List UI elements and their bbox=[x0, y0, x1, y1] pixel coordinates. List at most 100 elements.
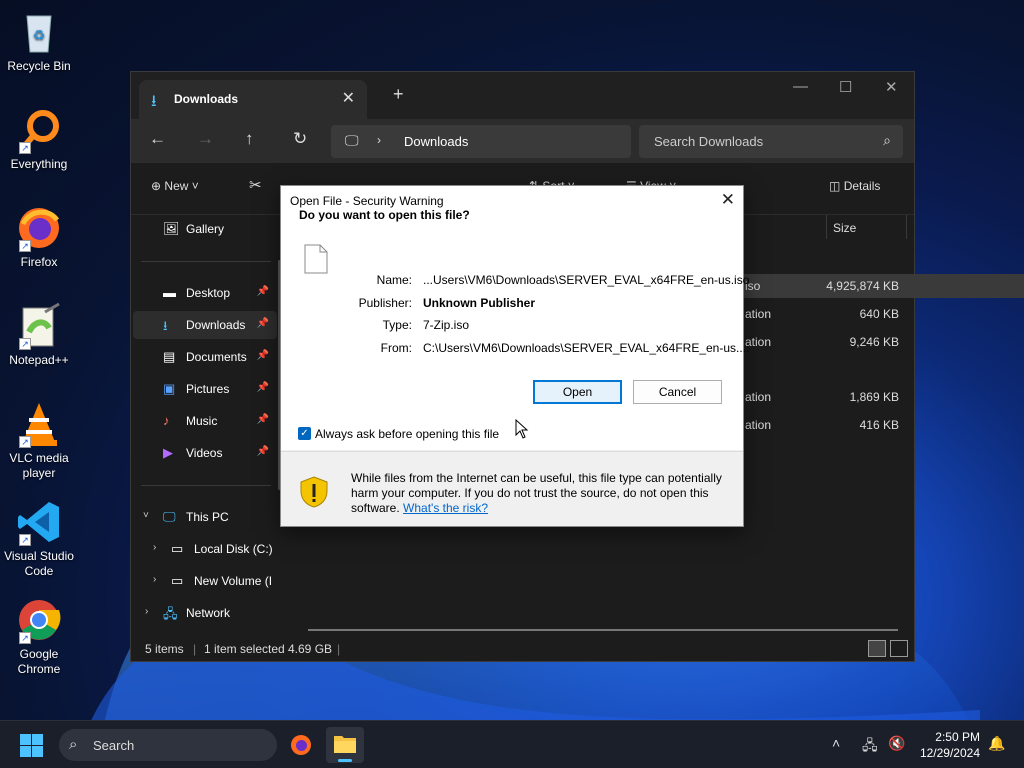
taskbar-firefox[interactable] bbox=[282, 727, 320, 763]
address-bar[interactable]: 🖵 › Downloads bbox=[331, 125, 631, 158]
tab-downloads[interactable]: ⭳ Downloads ✕ bbox=[139, 80, 367, 119]
status-selected: 1 item selected bbox=[204, 642, 285, 656]
always-ask-label[interactable]: Always ask before opening this file bbox=[315, 427, 499, 441]
nav-item-music[interactable]: ♪ Music 📌 bbox=[133, 407, 277, 435]
everything-icon: ↗ bbox=[15, 106, 63, 154]
chevron-up-icon[interactable]: ˄ bbox=[832, 735, 840, 751]
nav-item-new-volume[interactable]: › ▭ New Volume (I bbox=[133, 567, 277, 595]
notepadpp-icon: ↗ bbox=[15, 302, 63, 350]
chevron-down-icon[interactable]: ˅ bbox=[143, 510, 149, 521]
breadcrumb-downloads[interactable]: Downloads bbox=[404, 134, 468, 149]
address-toolbar: ← → ↑ ↻ 🖵 › Downloads Search Downloads ⌕ bbox=[131, 119, 914, 163]
dialog-divider bbox=[281, 451, 743, 452]
documents-icon: ▤ bbox=[163, 349, 176, 364]
volume-muted-icon[interactable]: 🔇 bbox=[888, 735, 905, 752]
gallery-icon: 🖼 bbox=[163, 221, 180, 236]
tiles-view-button[interactable] bbox=[890, 640, 908, 657]
shortcut-arrow-icon: ↗ bbox=[19, 142, 31, 154]
details-view-button[interactable] bbox=[868, 640, 886, 657]
close-window-button[interactable]: ✕ bbox=[885, 78, 898, 96]
new-tab-button[interactable]: + bbox=[393, 84, 404, 105]
publisher-value: Unknown Publisher bbox=[423, 296, 536, 310]
cut-button[interactable]: ✂ bbox=[249, 176, 262, 194]
back-button[interactable]: ← bbox=[149, 129, 166, 149]
whats-the-risk-link[interactable]: What's the risk? bbox=[403, 501, 488, 515]
desktop-icon-recycle-bin[interactable]: ♻ Recycle Bin bbox=[0, 8, 78, 74]
desktop-icon-vscode[interactable]: ↗ Visual Studio Code bbox=[0, 498, 78, 579]
new-button[interactable]: ⊕ New ˅ bbox=[151, 179, 199, 193]
desktop-icon-chrome[interactable]: ↗ Google Chrome bbox=[0, 596, 78, 677]
maximize-button[interactable]: ☐ bbox=[839, 78, 852, 96]
nav-item-desktop[interactable]: ▬ Desktop 📌 bbox=[133, 279, 277, 307]
search-box[interactable]: Search Downloads ⌕ bbox=[639, 125, 903, 158]
nav-item-documents[interactable]: ▤ Documents 📌 bbox=[133, 343, 277, 371]
vscode-icon: ↗ bbox=[15, 498, 63, 546]
pin-icon: 📌 bbox=[256, 382, 269, 393]
svg-text:♻: ♻ bbox=[33, 27, 46, 43]
desktop-icon-notepadpp[interactable]: ↗ Notepad++ bbox=[0, 302, 78, 368]
status-bar: 5 items | 1 item selected 4.69 GB | bbox=[131, 636, 914, 661]
network-icon[interactable]: 🖧 bbox=[862, 735, 878, 759]
download-icon: ⭳ bbox=[163, 318, 168, 333]
search-icon: ⌕ bbox=[69, 736, 78, 753]
details-button[interactable]: ◫ Details bbox=[829, 179, 880, 193]
shortcut-arrow-icon: ↗ bbox=[19, 338, 31, 350]
dialog-title: Open File - Security Warning bbox=[290, 194, 444, 208]
desktop-icon-firefox[interactable]: ↗ Firefox bbox=[0, 204, 78, 270]
desktop-folder-icon: ▬ bbox=[163, 285, 176, 300]
notification-bell-icon[interactable]: 🔔 bbox=[988, 735, 1005, 752]
minimize-button[interactable]: — bbox=[793, 78, 808, 95]
download-icon: ⭳ bbox=[151, 93, 157, 110]
plus-circle-icon: ⊕ bbox=[151, 179, 162, 193]
nav-divider bbox=[141, 261, 271, 262]
chevron-right-icon[interactable]: › bbox=[153, 574, 156, 585]
dialog-close-button[interactable]: ✕ bbox=[721, 190, 735, 210]
search-icon: ⌕ bbox=[883, 132, 891, 148]
shield-warning-icon bbox=[300, 476, 328, 508]
always-ask-checkbox[interactable]: ✓ bbox=[298, 427, 311, 440]
horizontal-scrollbar[interactable] bbox=[308, 629, 898, 631]
pictures-icon: ▣ bbox=[163, 381, 176, 396]
column-header-size[interactable]: Size bbox=[833, 221, 856, 235]
explorer-titlebar: ⭳ Downloads ✕ + — ☐ ✕ bbox=[131, 72, 914, 119]
vlc-icon: ↗ bbox=[15, 400, 63, 448]
clock[interactable]: 2:50 PM 12/29/2024 bbox=[920, 729, 980, 761]
cancel-button[interactable]: Cancel bbox=[633, 380, 722, 404]
this-pc-icon: 🖵 bbox=[163, 509, 176, 524]
desktop-icon-vlc[interactable]: ↗ VLC media player bbox=[0, 400, 78, 481]
pin-icon: 📌 bbox=[256, 446, 269, 457]
taskbar: ⌕ Search ˄ 🖧 🔇 2:50 PM 12/29/2024 🔔 bbox=[0, 720, 1024, 768]
shortcut-arrow-icon: ↗ bbox=[19, 632, 31, 644]
shortcut-arrow-icon: ↗ bbox=[19, 436, 31, 448]
nav-item-videos[interactable]: ▶ Videos 📌 bbox=[133, 439, 277, 467]
status-size: 4.69 GB bbox=[288, 642, 333, 656]
nav-item-gallery[interactable]: 🖼 Gallery bbox=[133, 215, 277, 243]
close-tab-icon[interactable]: ✕ bbox=[342, 88, 355, 108]
nav-item-this-pc[interactable]: ˅ 🖵 This PC bbox=[133, 503, 277, 531]
monitor-icon: 🖵 bbox=[345, 132, 359, 148]
file-icon bbox=[304, 244, 328, 274]
up-button[interactable]: ↑ bbox=[245, 129, 254, 149]
taskbar-search[interactable]: ⌕ Search bbox=[59, 729, 277, 761]
nav-item-downloads[interactable]: ⭳ Downloads 📌 bbox=[133, 311, 277, 339]
refresh-button[interactable]: ↻ bbox=[293, 129, 307, 149]
status-divider: | bbox=[193, 642, 197, 656]
forward-button[interactable]: → bbox=[197, 129, 214, 149]
desktop-icon-everything[interactable]: ↗ Everything bbox=[0, 106, 78, 172]
videos-icon: ▶ bbox=[163, 445, 173, 460]
windows-start-icon[interactable] bbox=[20, 734, 43, 757]
nav-item-local-disk[interactable]: › ▭ Local Disk (C:) bbox=[133, 535, 277, 563]
dialog-body bbox=[281, 215, 743, 450]
open-button[interactable]: Open bbox=[533, 380, 622, 404]
nav-item-network[interactable]: › 🖧 Network bbox=[133, 599, 277, 627]
chevron-right-icon[interactable]: › bbox=[145, 606, 148, 617]
taskbar-file-explorer[interactable] bbox=[326, 727, 364, 763]
pin-icon: 📌 bbox=[256, 414, 269, 425]
nav-item-pictures[interactable]: ▣ Pictures 📌 bbox=[133, 375, 277, 403]
chevron-right-icon[interactable]: › bbox=[153, 542, 156, 553]
music-icon: ♪ bbox=[163, 413, 170, 428]
navigation-pane: 🖼 Gallery ▬ Desktop 📌 ⭳ Downloads 📌 ▤ Do… bbox=[131, 215, 279, 635]
nav-divider bbox=[141, 485, 271, 486]
type-value: 7-Zip.iso bbox=[423, 318, 470, 332]
pin-icon: 📌 bbox=[256, 350, 269, 361]
